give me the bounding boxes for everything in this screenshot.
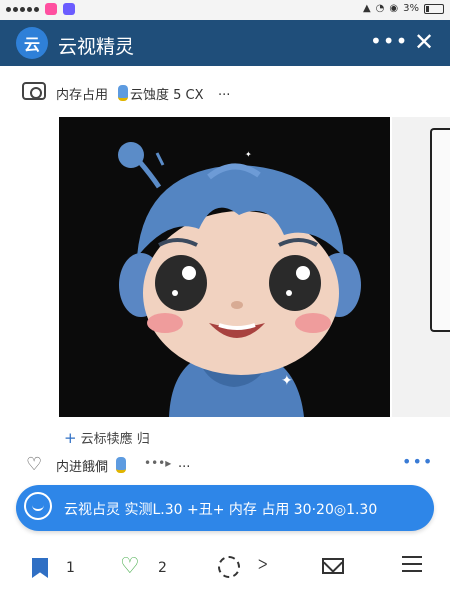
camera-icon[interactable] [22,82,46,100]
wifi-icon: ◔ [375,3,385,14]
app-header: 云 云视精灵 ••• ✕ [0,20,450,66]
status-banner[interactable]: 云视占灵 实测L.30 +丑+ 内存 占用 30·20◎1.30 [16,485,434,531]
smiley-icon [24,492,52,520]
mail-icon[interactable] [322,558,344,574]
menu-icon[interactable] [402,556,422,576]
battery-icon [424,3,444,14]
bottom-navigation: 1 ♡ 2 ᐳ [0,548,450,600]
app-logo: 云 [16,27,48,59]
banner-text: 云视占灵 实测L.30 +丑+ 内存 占用 30·20◎1.30 [64,502,378,518]
heart-icon[interactable]: ♡ [26,454,42,475]
refresh-icon[interactable] [218,556,240,578]
like-label: 内进餓僴 [56,460,109,475]
translate-icon[interactable]: ᐳ [258,558,267,573]
like-row: ♡ 内进餓僴 •••▸ ... ••• [0,452,450,476]
like-count: 2 [158,560,167,576]
badge-icon [118,85,128,101]
alarm-icon: ◉ [389,3,399,14]
battery-level: 3% [403,3,419,14]
memory-label: 内存占用 [56,88,109,103]
like-arrows: •••▸ [144,456,172,470]
svg-text:✦: ✦ [281,373,293,389]
caption-text: 云标犊應 归 [80,432,150,447]
like-more[interactable]: ... [178,456,190,471]
signal-icon: ▲ [362,3,371,14]
next-photo-frame [430,128,450,332]
close-button[interactable]: ✕ [414,28,434,56]
app-notification-icon [45,3,57,15]
status-bar: ▲ ◔ ◉ 3% [0,0,450,20]
bookmark-count: 1 [66,560,75,576]
memory-value: 云蚀度 5 CX [130,88,204,103]
badge-icon [116,457,126,473]
heart-icon[interactable]: ♡ [120,554,140,579]
photo-caption: + 云标犊應 归 [64,428,150,447]
cartoon-character-image: ✦ ✦ [59,117,390,417]
row-more-button[interactable]: ••• [402,452,433,471]
plus-icon[interactable]: + [64,429,77,447]
bookmark-icon[interactable] [32,558,48,578]
svg-text:✦: ✦ [245,150,252,159]
app-notification-icon [63,3,75,15]
more-options-button[interactable]: ••• [370,29,408,53]
character-photo[interactable]: ✦ ✦ [59,117,390,417]
signal-dots-icon [6,6,39,12]
app-title: 云视精灵 [58,36,135,58]
memory-usage-row: 内存占用 云蚀度 5 CX ... [0,78,450,106]
memory-more[interactable]: ... [218,84,230,99]
